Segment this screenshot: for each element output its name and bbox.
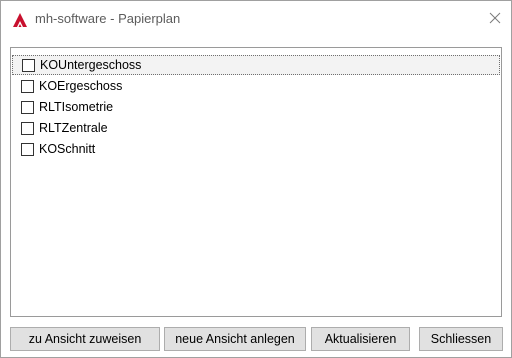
list-item[interactable]: KOUntergeschoss — [12, 55, 500, 75]
close-window-button[interactable] — [481, 5, 509, 31]
item-checkbox[interactable] — [22, 58, 35, 72]
item-label: KOSchnitt — [39, 142, 96, 156]
assign-to-view-button[interactable]: zu Ansicht zuweisen — [10, 327, 160, 351]
close-icon — [489, 12, 501, 24]
item-label: RLTIsometrie — [39, 100, 114, 114]
view-checklist[interactable]: KOUntergeschoss KOErgeschoss RLTIsometri… — [10, 47, 502, 317]
item-label: KOErgeschoss — [39, 79, 123, 93]
item-checkbox[interactable] — [21, 142, 34, 156]
title-bar[interactable]: mh-software - Papierplan — [1, 1, 511, 35]
refresh-button[interactable]: Aktualisieren — [311, 327, 410, 351]
item-label: KOUntergeschoss — [40, 58, 142, 72]
item-checkbox[interactable] — [21, 79, 34, 93]
dialog-window: mh-software - Papierplan KOUntergeschoss… — [0, 0, 512, 358]
list-item[interactable]: RLTZentrale — [12, 118, 500, 138]
item-label: RLTZentrale — [39, 121, 108, 135]
list-item[interactable]: RLTIsometrie — [12, 97, 500, 117]
window-title: mh-software - Papierplan — [35, 11, 181, 26]
autocad-logo-icon — [13, 13, 27, 27]
list-item[interactable]: KOErgeschoss — [12, 76, 500, 96]
list-item[interactable]: KOSchnitt — [12, 139, 500, 159]
item-checkbox[interactable] — [21, 100, 34, 114]
new-view-button[interactable]: neue Ansicht anlegen — [164, 327, 306, 351]
item-checkbox[interactable] — [21, 121, 34, 135]
close-button[interactable]: Schliessen — [419, 327, 503, 351]
